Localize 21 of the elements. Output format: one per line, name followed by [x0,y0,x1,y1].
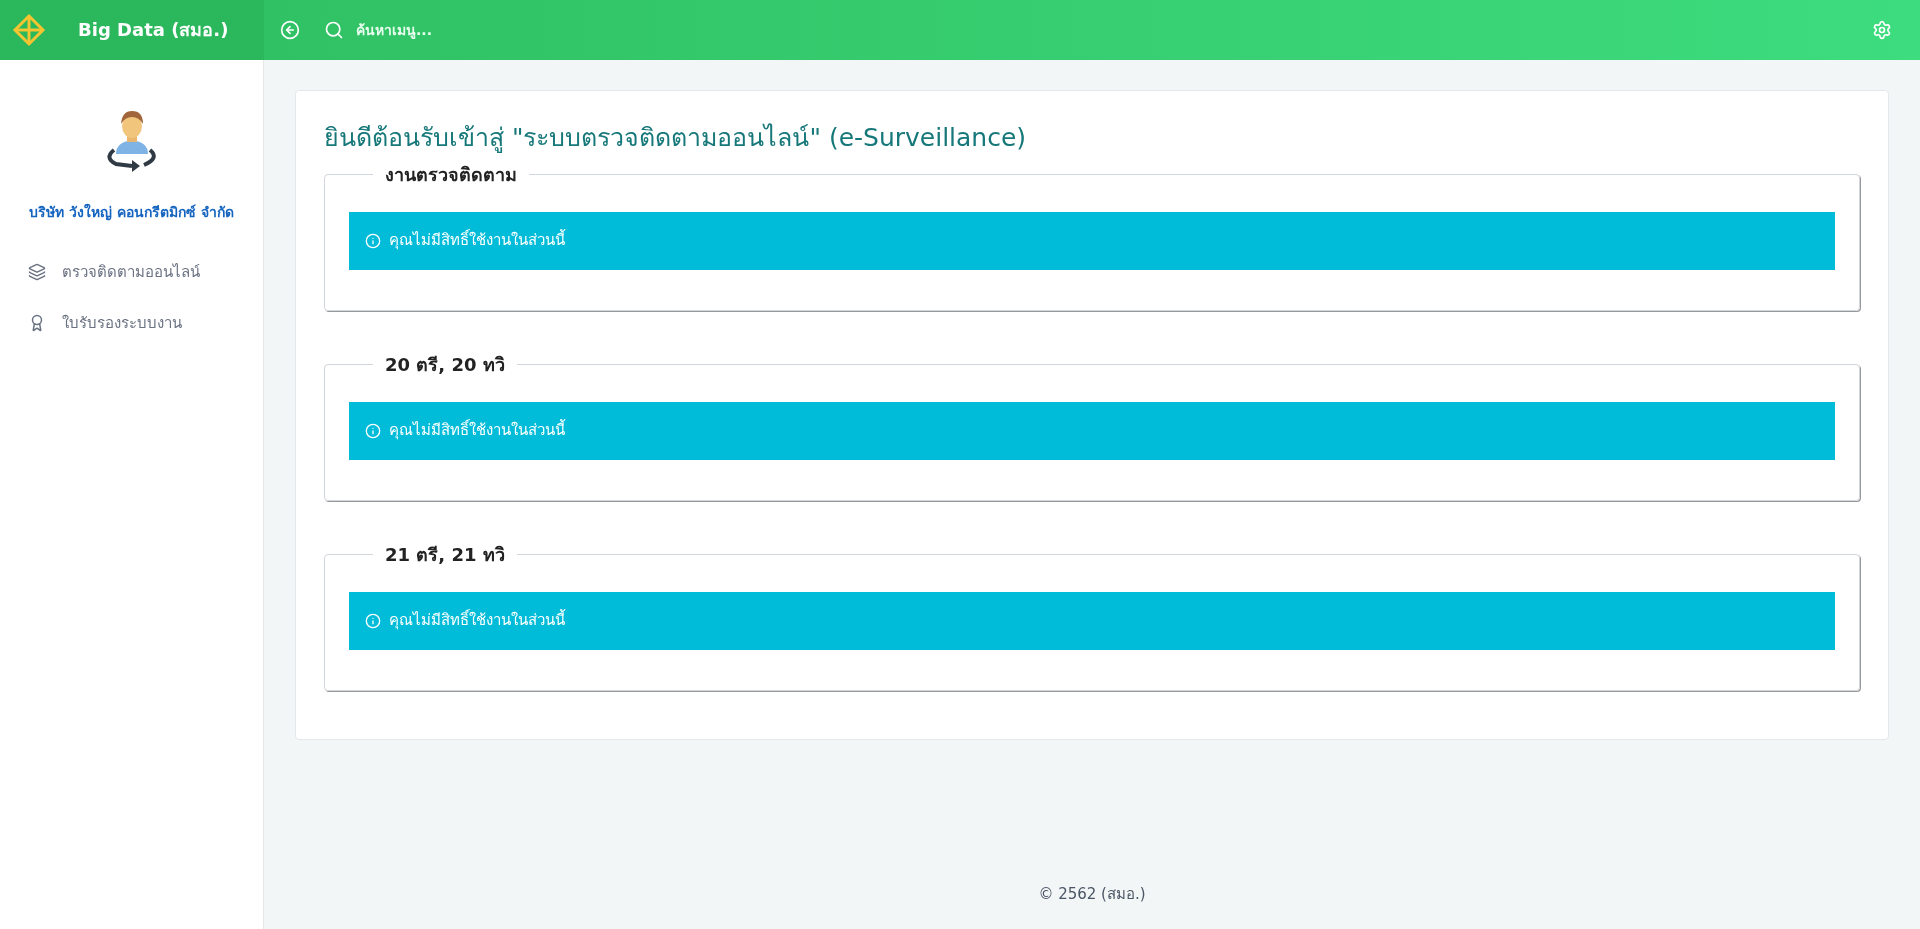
search-icon [324,20,344,40]
sidebar-item[interactable]: ตรวจติดตามออนไลน์ [0,247,263,298]
info-icon [365,232,381,249]
permission-alert: คุณไม่มีสิทธิ์ใช้งานในส่วนนี้ [349,591,1835,650]
company-name: บริษัท วังใหญ่ คอนกรีตมิกซ์ จำกัด [29,202,234,223]
section-legend: 21 ตรี, 21 ทวิ [373,540,517,568]
page-title: ยินดีต้อนรับเข้าสู่ "ระบบตรวจติดตามออนไลน์" (e-Surveillance) [324,122,1028,155]
back-button[interactable] [280,20,300,40]
footer-text: © 2562 (สมอ.) [1038,883,1146,905]
info-icon [365,422,381,439]
sidebar-item[interactable]: ใบรับรองระบบงาน [0,297,263,348]
section-legend: 20 ตรี, 20 ทวิ [373,350,517,378]
search-field[interactable]: ค้นหาเมนู... [356,20,656,40]
section-legend: งานตรวจติดตาม [373,160,529,188]
logo-icon [12,13,46,47]
info-icon [365,612,381,629]
settings-button[interactable] [1872,20,1892,40]
brand-title: Big Data (สมอ.) [78,18,229,42]
permission-alert: คุณไม่มีสิทธิ์ใช้งานในส่วนนี้ [349,211,1835,270]
permission-alert: คุณไม่มีสิทธิ์ใช้งานในส่วนนี้ [349,401,1835,460]
layers-icon [28,263,46,282]
